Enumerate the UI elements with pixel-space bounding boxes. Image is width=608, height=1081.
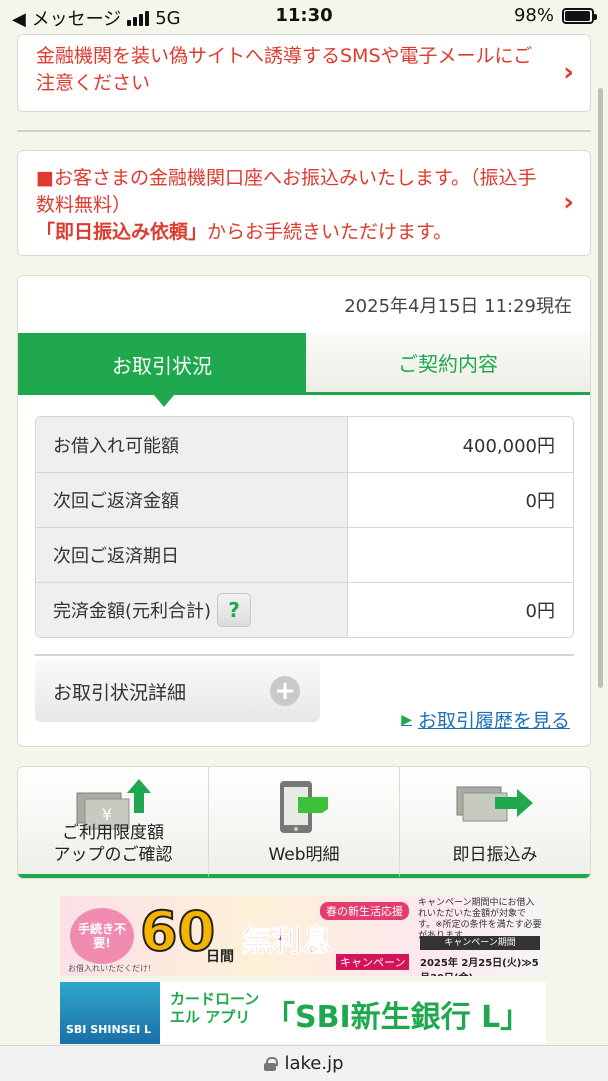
smartphone-statement-icon xyxy=(280,781,328,833)
banner-headline: 無利息 xyxy=(242,924,333,960)
row-value xyxy=(348,528,573,582)
banner-small-note: お借入れいただくだけ! xyxy=(68,964,152,973)
status-bar: ◀ メッセージ 5G 11:30 98% xyxy=(0,0,608,34)
transfer-notice-line1: ■お客さまの金融機関口座へお振込みいたします。（振込手数料無料） xyxy=(36,167,537,216)
transfer-notice-bold: 「即日振込み依頼」 xyxy=(36,221,208,243)
status-table: お借入れ可能額 400,000円 次回ご返済金額 0円 次回ご返済期日 完済金額… xyxy=(35,416,574,638)
banner-period-dates: 2025年 2月25日(火)≫5月30日(金) xyxy=(420,958,539,976)
app-banner[interactable]: SBI SHINSEI L カードローン エル アプリ 「SBI新生銀行 L」 xyxy=(60,982,546,1044)
lock-icon xyxy=(264,1056,279,1071)
divider xyxy=(35,654,574,656)
transfer-arrow-icon xyxy=(456,786,533,822)
same-day-transfer-label: 即日振込み xyxy=(452,845,538,865)
help-button[interactable]: ? xyxy=(217,593,252,627)
row-label: 次回ご返済金額 xyxy=(36,473,348,527)
transfer-notice[interactable]: ■お客さまの金融機関口座へお振込みいたします。（振込手数料無料） 「即日振込み依… xyxy=(17,150,591,256)
battery-percent: 98% xyxy=(513,5,554,26)
row-value: 0円 xyxy=(348,583,573,637)
same-day-transfer-button[interactable]: 即日振込み xyxy=(400,767,590,878)
transfer-notice-line2: からお手続きいただけます。 xyxy=(207,221,453,243)
row-label: 完済金額(元利合計) xyxy=(53,601,212,622)
no-procedure-badge: 手続き不要! xyxy=(70,908,134,964)
scrollbar[interactable] xyxy=(598,88,603,688)
web-statement-button[interactable]: Web明細 xyxy=(209,767,400,878)
sms-warning-text: 金融機関を装い偽サイトへ誘導するSMSや電子メールにご注意ください xyxy=(36,45,533,94)
table-row: お借入れ可能額 400,000円 xyxy=(36,417,573,472)
banner-days-number: 60 xyxy=(139,900,216,963)
sbi-logo: SBI SHINSEI L xyxy=(60,982,160,1044)
row-label: お借入れ可能額 xyxy=(36,417,348,472)
limit-increase-label: ご利用限度額 アップのご確認 xyxy=(53,823,173,865)
sms-warning-notice[interactable]: 金融機関を装い偽サイトへ誘導するSMSや電子メールにご注意ください › xyxy=(17,34,591,112)
transaction-detail-button[interactable]: お取引状況詳細 + xyxy=(35,660,320,722)
transaction-detail-label: お取引状況詳細 xyxy=(53,681,187,704)
banner-period-label: キャンペーン期間 xyxy=(420,936,540,950)
transaction-history-link[interactable]: お取引履歴を見る xyxy=(418,706,570,733)
triangle-right-icon: ▶ xyxy=(401,711,412,728)
divider xyxy=(17,130,591,132)
web-statement-label: Web明細 xyxy=(268,845,340,865)
browser-address-bar[interactable]: lake.jp xyxy=(0,1045,608,1081)
chevron-right-icon: › xyxy=(563,187,574,218)
domain-label: lake.jp xyxy=(284,1053,344,1074)
row-value: 400,000円 xyxy=(348,417,573,472)
account-panel: 2025年4月15日 11:29現在 お取引状況 ご契約内容 お借入れ可能額 4… xyxy=(17,275,591,747)
banner-tag: 春の新生活応援 xyxy=(320,902,409,920)
table-row: 次回ご返済金額 0円 xyxy=(36,472,573,527)
tab-bar: お取引状況 ご契約内容 xyxy=(18,333,590,407)
row-value: 0円 xyxy=(348,473,573,527)
as-of-timestamp: 2025年4月15日 11:29現在 xyxy=(344,296,572,317)
table-row: 完済金額(元利合計) ? 0円 xyxy=(36,582,573,637)
app-banner-subtitle: カードローン エル アプリ xyxy=(170,990,260,1026)
shortcut-bar: ¥ ご利用限度額 アップのご確認 Web明細 即日振込み xyxy=(17,766,591,879)
banner-campaign-label: キャンペーン xyxy=(336,954,410,970)
banner-days-label: 日間 xyxy=(206,949,234,965)
chevron-right-icon: › xyxy=(563,57,574,88)
battery-icon xyxy=(562,7,597,24)
row-label: 次回ご返済期日 xyxy=(36,528,348,582)
campaign-banner[interactable]: 手続き不要! お借入れいただくだけ! 60 日間 春の新生活応援 無利息 キャン… xyxy=(60,896,546,976)
app-banner-title: 「SBI新生銀行 L」 xyxy=(265,1000,531,1035)
limit-increase-button[interactable]: ¥ ご利用限度額 アップのご確認 xyxy=(18,767,209,878)
tab-contract-details[interactable]: ご契約内容 xyxy=(306,333,590,395)
plus-circle-icon: + xyxy=(270,676,300,706)
table-row: 次回ご返済期日 xyxy=(36,527,573,582)
tab-transaction-status[interactable]: お取引状況 xyxy=(18,333,306,407)
